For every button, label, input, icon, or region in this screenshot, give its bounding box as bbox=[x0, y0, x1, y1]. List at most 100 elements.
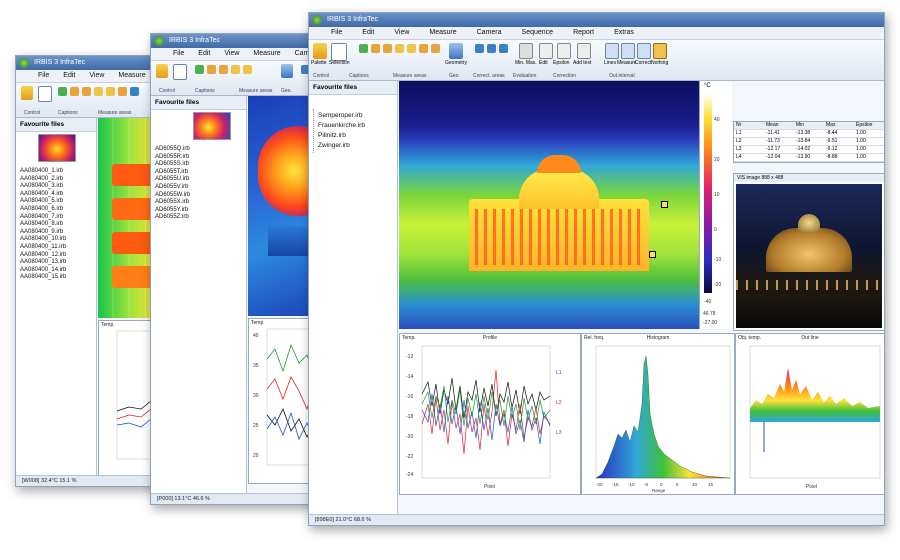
geometry-button[interactable] bbox=[281, 64, 293, 78]
correction-point-icon[interactable] bbox=[475, 44, 484, 53]
file-pillnitz[interactable]: Pillnitz.irb bbox=[318, 131, 365, 141]
file-list-item[interactable]: AD6055U.irb bbox=[155, 176, 190, 184]
menu-file[interactable]: File bbox=[173, 48, 184, 60]
line-tool-icon[interactable] bbox=[371, 44, 380, 53]
file-list-item[interactable]: AA080400_9.irb bbox=[20, 229, 66, 237]
file-list-item[interactable]: AD6055W.irb bbox=[155, 192, 190, 200]
file-zwinger[interactable]: Zwinger.irb bbox=[318, 141, 365, 151]
rect-tool-icon[interactable] bbox=[82, 87, 91, 96]
menu-edit[interactable]: Edit bbox=[63, 70, 75, 82]
file-list-item[interactable]: AD6055V.irb bbox=[155, 184, 190, 192]
menu-edit[interactable]: Edit bbox=[198, 48, 210, 60]
palette-button[interactable] bbox=[313, 43, 327, 59]
selection-button[interactable] bbox=[173, 64, 187, 80]
menu-measure[interactable]: Measure bbox=[253, 48, 280, 60]
correction-line-icon[interactable] bbox=[499, 44, 508, 53]
file-list-item[interactable]: AA080400_8.irb bbox=[20, 221, 66, 229]
thumbnail-image[interactable] bbox=[38, 134, 76, 162]
vis-image[interactable] bbox=[736, 184, 882, 328]
geometry-button[interactable] bbox=[449, 43, 463, 59]
rect-tool-icon[interactable] bbox=[383, 44, 392, 53]
file-list-item[interactable]: AA080400_7.irb bbox=[20, 214, 66, 222]
menu-sequence[interactable]: Sequence bbox=[522, 27, 554, 39]
rect-tool-icon[interactable] bbox=[219, 65, 228, 74]
poly-tool-icon[interactable] bbox=[407, 44, 416, 53]
file-list-item[interactable]: AA080400_13.irb bbox=[20, 259, 66, 267]
line-tool-icon[interactable] bbox=[70, 87, 79, 96]
measure-button[interactable] bbox=[621, 43, 635, 59]
file-list-item[interactable]: AA080400_3.irb bbox=[20, 183, 66, 191]
lines-button[interactable] bbox=[605, 43, 619, 59]
file-semperoper[interactable]: Semperoper.irb bbox=[318, 111, 365, 121]
selection-button[interactable] bbox=[38, 86, 52, 102]
table-cell: L1 bbox=[736, 130, 742, 136]
correction-area-icon[interactable] bbox=[487, 44, 496, 53]
line-tool-icon[interactable] bbox=[207, 65, 216, 74]
profile-legend-l2: L2 bbox=[556, 400, 562, 406]
menu-measure[interactable]: Measure bbox=[429, 27, 456, 39]
point-tool-icon[interactable] bbox=[130, 87, 139, 96]
table-cell: -8.88 bbox=[826, 154, 838, 160]
cross-tool-icon[interactable] bbox=[195, 65, 204, 74]
poly-tool-icon[interactable] bbox=[106, 87, 115, 96]
menu-file[interactable]: File bbox=[331, 27, 342, 39]
area-tool-icon[interactable] bbox=[118, 87, 127, 96]
file-list-item[interactable]: AA080400_1.irb bbox=[20, 168, 66, 176]
file-list-item[interactable]: AA080400_12.irb bbox=[20, 252, 66, 260]
file-list-item[interactable]: AD6055Q.irb bbox=[155, 146, 190, 154]
menu-report[interactable]: Report bbox=[573, 27, 594, 39]
file-list-item[interactable]: AA080400_10.irb bbox=[20, 236, 66, 244]
file-list-item[interactable]: AA080400_4.irb bbox=[20, 191, 66, 199]
menu-camera[interactable]: Camera bbox=[477, 27, 502, 39]
text-tool-icon[interactable] bbox=[431, 44, 440, 53]
file-list-item[interactable]: AD6055Z.irb bbox=[155, 214, 190, 222]
minmax-button[interactable] bbox=[519, 43, 533, 59]
menu-view[interactable]: View bbox=[394, 27, 409, 39]
poly-tool-icon[interactable] bbox=[243, 65, 252, 74]
circle-tool-icon[interactable] bbox=[94, 87, 103, 96]
file-list-item[interactable]: AD6055T.irb bbox=[155, 169, 190, 177]
cross-tool-icon[interactable] bbox=[58, 87, 67, 96]
file-list-item[interactable]: AD6055S.irb bbox=[155, 161, 190, 169]
table-row[interactable]: L3 -12.17 -14.02 -9.12 1.00 bbox=[734, 146, 884, 154]
palette-button[interactable] bbox=[156, 64, 168, 78]
profile-xlabel: Pixel bbox=[484, 484, 495, 490]
nothing-button[interactable] bbox=[653, 43, 667, 59]
table-row[interactable]: L2 -11.73 -13.84 -9.51 1.00 bbox=[734, 138, 884, 146]
epsilon-button[interactable] bbox=[557, 43, 571, 59]
correct-button[interactable] bbox=[637, 43, 651, 59]
file-list-item[interactable]: AA080400_15.irb bbox=[20, 274, 66, 282]
add-text-button[interactable] bbox=[577, 43, 591, 59]
table-cell: 1.00 bbox=[856, 146, 866, 152]
circle-tool-icon[interactable] bbox=[395, 44, 404, 53]
thumbnail-image[interactable] bbox=[193, 112, 231, 140]
area-tool-icon[interactable] bbox=[419, 44, 428, 53]
cross-tool-icon[interactable] bbox=[359, 44, 368, 53]
front-thermal-image[interactable] bbox=[399, 81, 699, 329]
table-row[interactable]: L4 -12.04 -13.90 -8.88 1.00 bbox=[734, 154, 884, 162]
menu-view[interactable]: View bbox=[89, 70, 104, 82]
circle-tool-icon[interactable] bbox=[231, 65, 240, 74]
hist-xtick-1: -15 bbox=[612, 482, 619, 487]
selection-button[interactable] bbox=[331, 43, 347, 61]
table-row[interactable]: L1 -11.41 -13.38 -8.44 1.00 bbox=[734, 130, 884, 138]
file-list-item[interactable]: AA080400_6.irb bbox=[20, 206, 66, 214]
file-list-item[interactable]: AD6055Y.irb bbox=[155, 207, 190, 215]
file-list-item[interactable]: AA080400_5.irb bbox=[20, 198, 66, 206]
file-list-item[interactable]: AA080400_14.irb bbox=[20, 267, 66, 275]
file-list-item[interactable]: AA080400_11.irb bbox=[20, 244, 66, 252]
menu-view[interactable]: View bbox=[224, 48, 239, 60]
palette-button[interactable] bbox=[21, 86, 33, 100]
edit-button[interactable] bbox=[539, 43, 553, 59]
menu-edit[interactable]: Edit bbox=[362, 27, 374, 39]
measure-marker-1[interactable] bbox=[661, 201, 668, 208]
file-list-item[interactable]: AA080400_2.irb bbox=[20, 176, 66, 184]
menu-file[interactable]: File bbox=[38, 70, 49, 82]
measure-marker-2[interactable] bbox=[649, 251, 656, 258]
file-list-item[interactable]: AD6055X.irb bbox=[155, 199, 190, 207]
file-frauenkirche[interactable]: Frauenkirche.irb bbox=[318, 121, 365, 131]
file-list-item[interactable]: AD6055R.irb bbox=[155, 154, 190, 162]
profile-title: Profile bbox=[482, 335, 498, 341]
menu-extras[interactable]: Extras bbox=[614, 27, 634, 39]
menu-measure[interactable]: Measure bbox=[118, 70, 145, 82]
